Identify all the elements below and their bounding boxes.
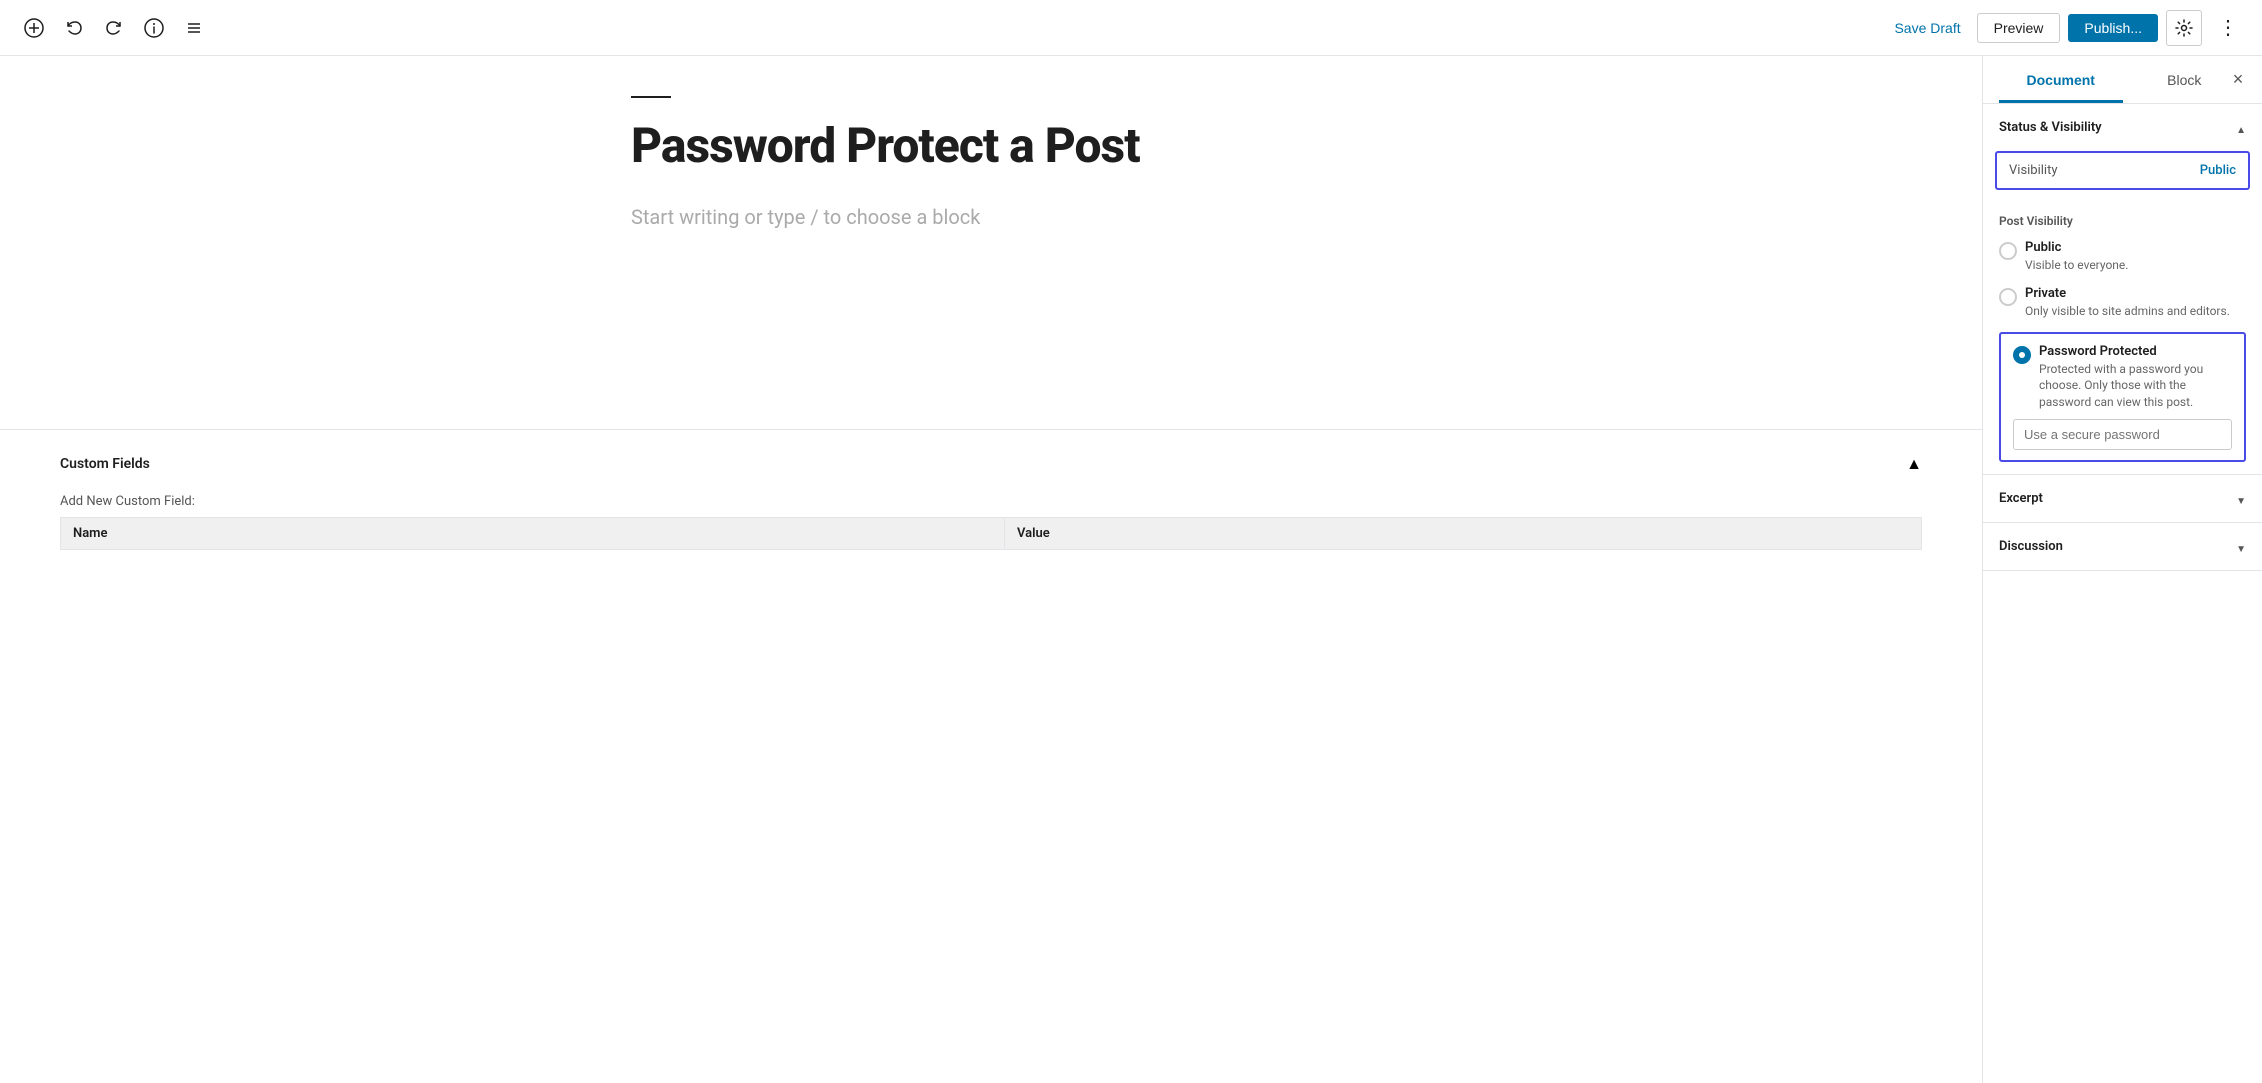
radio-private[interactable] bbox=[1999, 288, 2017, 306]
publish-button[interactable]: Publish... bbox=[2068, 14, 2158, 42]
preview-button[interactable]: Preview bbox=[1977, 13, 2061, 43]
radio-password-desc: Protected with a password you choose. On… bbox=[2039, 361, 2232, 411]
status-visibility-title: Status & Visibility bbox=[1999, 120, 2102, 135]
radio-password[interactable] bbox=[2013, 346, 2031, 364]
custom-fields-header[interactable]: Custom Fields ▲ bbox=[60, 446, 1922, 482]
settings-button[interactable] bbox=[2166, 10, 2202, 46]
visibility-label: Visibility bbox=[2009, 163, 2058, 178]
close-sidebar-button[interactable]: × bbox=[2222, 64, 2254, 96]
post-title[interactable]: Password Protect a Post bbox=[631, 118, 1351, 173]
visibility-row: Visibility Public bbox=[2009, 163, 2236, 178]
radio-password-text: Password Protected Protected with a pass… bbox=[2039, 344, 2232, 411]
visibility-value-button[interactable]: Public bbox=[2200, 163, 2236, 178]
add-new-custom-field-label: Add New Custom Field: bbox=[60, 494, 1922, 509]
post-visibility-title: Post Visibility bbox=[1999, 214, 2246, 228]
status-visibility-chevron bbox=[2236, 118, 2246, 137]
col-name-header: Name bbox=[61, 518, 1005, 550]
custom-fields-collapse-icon: ▲ bbox=[1906, 454, 1922, 474]
editor-area: Password Protect a Post Start writing or… bbox=[0, 56, 1982, 1083]
add-block-button[interactable] bbox=[16, 10, 52, 46]
undo-button[interactable] bbox=[56, 10, 92, 46]
password-input[interactable] bbox=[2013, 419, 2232, 450]
excerpt-title: Excerpt bbox=[1999, 491, 2043, 506]
editor-placeholder[interactable]: Start writing or type / to choose a bloc… bbox=[631, 205, 1351, 229]
custom-fields-body: Add New Custom Field: Name Value bbox=[60, 482, 1922, 550]
post-visibility-section: Post Visibility Public Visible to everyo… bbox=[1983, 202, 2262, 474]
save-draft-button[interactable]: Save Draft bbox=[1886, 14, 1968, 42]
radio-option-password: Password Protected Protected with a pass… bbox=[2013, 344, 2232, 411]
excerpt-header[interactable]: Excerpt bbox=[1983, 475, 2262, 522]
sidebar: Document Block × Status & Visibility Vis… bbox=[1982, 56, 2262, 1083]
excerpt-chevron bbox=[2236, 489, 2246, 508]
discussion-title: Discussion bbox=[1999, 539, 2063, 554]
col-value-header: Value bbox=[1005, 518, 1922, 550]
radio-password-title: Password Protected bbox=[2039, 344, 2232, 359]
more-options-button[interactable]: ⋮ bbox=[2210, 10, 2246, 46]
title-divider bbox=[631, 96, 671, 98]
info-button[interactable] bbox=[136, 10, 172, 46]
radio-option-public: Public Visible to everyone. bbox=[1999, 240, 2246, 274]
radio-private-title: Private bbox=[2025, 286, 2230, 301]
redo-button[interactable] bbox=[96, 10, 132, 46]
toolbar-right: Save Draft Preview Publish... ⋮ bbox=[1886, 10, 2246, 46]
radio-private-text: Private Only visible to site admins and … bbox=[2025, 286, 2230, 320]
custom-fields-table: Name Value bbox=[60, 517, 1922, 550]
discussion-section: Discussion bbox=[1983, 523, 2262, 571]
status-visibility-section: Status & Visibility Visibility Public Po… bbox=[1983, 104, 2262, 475]
status-visibility-header[interactable]: Status & Visibility bbox=[1983, 104, 2262, 151]
custom-fields-section: Custom Fields ▲ Add New Custom Field: Na… bbox=[0, 429, 1982, 566]
radio-public-text: Public Visible to everyone. bbox=[2025, 240, 2128, 274]
discussion-header[interactable]: Discussion bbox=[1983, 523, 2262, 570]
excerpt-section: Excerpt bbox=[1983, 475, 2262, 523]
radio-private-desc: Only visible to site admins and editors. bbox=[2025, 303, 2230, 320]
visibility-row-wrapper: Visibility Public bbox=[1995, 151, 2250, 190]
toolbar-left bbox=[16, 10, 1878, 46]
radio-public-title: Public bbox=[2025, 240, 2128, 255]
sidebar-tabs: Document Block × bbox=[1983, 56, 2262, 104]
radio-public[interactable] bbox=[1999, 242, 2017, 260]
main-layout: Password Protect a Post Start writing or… bbox=[0, 56, 2262, 1083]
radio-option-private: Private Only visible to site admins and … bbox=[1999, 286, 2246, 320]
list-view-button[interactable] bbox=[176, 10, 212, 46]
discussion-chevron bbox=[2236, 537, 2246, 556]
editor-content: Password Protect a Post Start writing or… bbox=[571, 96, 1411, 229]
password-protected-box: Password Protected Protected with a pass… bbox=[1999, 332, 2246, 462]
radio-public-desc: Visible to everyone. bbox=[2025, 257, 2128, 274]
toolbar: Save Draft Preview Publish... ⋮ bbox=[0, 0, 2262, 56]
tab-document[interactable]: Document bbox=[1999, 56, 2123, 103]
custom-fields-title: Custom Fields bbox=[60, 456, 150, 472]
